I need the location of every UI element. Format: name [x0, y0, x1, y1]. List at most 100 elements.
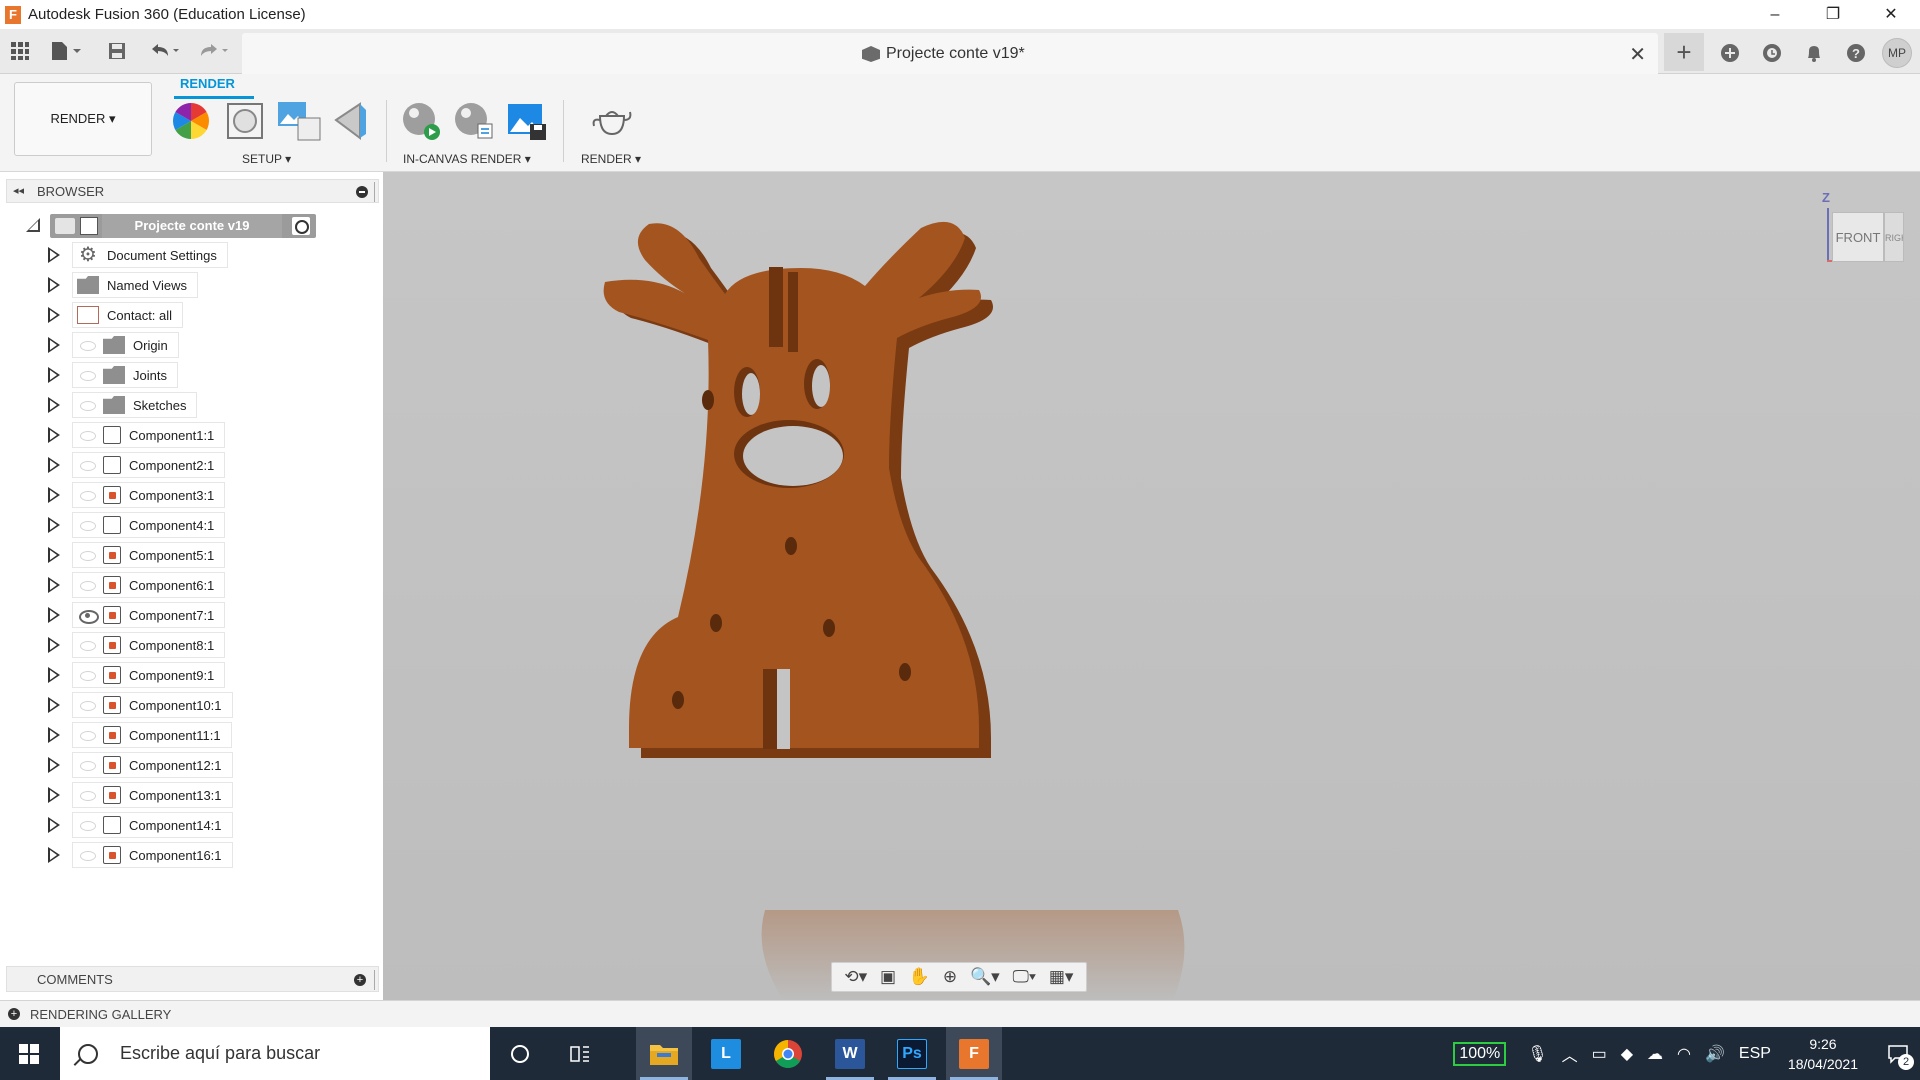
new-tab-button[interactable]: +	[1664, 33, 1704, 71]
extensions-icon[interactable]	[1714, 37, 1746, 69]
expand-triangle-icon[interactable]	[48, 367, 60, 383]
user-avatar[interactable]: MP	[1882, 38, 1912, 68]
reindeer-model-3d[interactable]	[383, 172, 1920, 1000]
browser-node[interactable]: Component3:1	[72, 482, 226, 508]
visibility-eye-icon[interactable]	[77, 548, 99, 562]
tab-render[interactable]: RENDER	[180, 76, 235, 91]
volume-icon[interactable]: 🔊	[1705, 1044, 1725, 1064]
rendering-gallery-bar[interactable]: + RENDERING GALLERY	[0, 1000, 1920, 1027]
panel-resize-grip[interactable]	[374, 182, 378, 202]
minimize-panel-icon[interactable]	[356, 186, 368, 198]
in-canvas-render-icon[interactable]	[400, 100, 442, 142]
visibility-eye-icon[interactable]	[77, 818, 99, 832]
browser-node[interactable]: Component1:1	[72, 422, 226, 448]
canvas-viewport[interactable]: Z FRONT RIGHT ⟲▾ ▣ ✋ ⊕ 🔍▾ 🖵▾ ▦▾	[383, 172, 1920, 1000]
help-icon[interactable]: ?	[1840, 37, 1872, 69]
browser-node[interactable]: Contact: all	[72, 302, 184, 328]
browser-node[interactable]: Component7:1	[72, 602, 226, 628]
grid-settings-icon[interactable]: ▦▾	[1049, 967, 1074, 987]
expand-triangle-icon[interactable]	[48, 787, 60, 803]
visibility-eye-icon[interactable]	[77, 428, 99, 442]
browser-node[interactable]: Component16:1	[72, 842, 233, 868]
expand-triangle-icon[interactable]	[48, 247, 60, 263]
expand-triangle-icon[interactable]	[48, 397, 60, 413]
battery-percent[interactable]: 100%	[1453, 1041, 1507, 1066]
visibility-eye-icon[interactable]	[77, 758, 99, 772]
texture-map-controls-icon[interactable]	[276, 100, 321, 142]
show-hidden-icons-chevron-icon[interactable]: ︿	[1562, 1042, 1578, 1066]
browser-node[interactable]: Named Views	[72, 272, 198, 298]
zoom-icon[interactable]: ⊕	[943, 967, 957, 987]
root-component-node[interactable]: Projecte conte v19	[50, 214, 316, 238]
minimize-button[interactable]: –	[1746, 0, 1804, 29]
visibility-eye-icon[interactable]	[77, 668, 99, 682]
onedrive-cloud-icon[interactable]: ☁	[1647, 1044, 1663, 1064]
decal-icon[interactable]	[330, 100, 372, 142]
taskbar-search-box[interactable]: Escribe aquí para buscar	[60, 1027, 490, 1080]
collapse-panel-icon[interactable]: ◂◂	[13, 184, 24, 197]
cortana-icon[interactable]	[492, 1027, 548, 1080]
save-icon[interactable]	[107, 39, 127, 63]
orbit-icon[interactable]: ⟲▾	[844, 967, 867, 987]
display-settings-icon[interactable]: 🖵▾	[1013, 967, 1037, 987]
render-teapot-icon[interactable]	[590, 100, 632, 142]
clock[interactable]: 9:26 18/04/2021	[1788, 1034, 1858, 1074]
add-comment-icon[interactable]: +	[354, 974, 366, 986]
expand-triangle-icon[interactable]	[48, 457, 60, 473]
viewcube-right-face[interactable]: RIGHT	[1884, 212, 1904, 262]
expand-triangle-icon[interactable]	[48, 697, 60, 713]
browser-node[interactable]: Component9:1	[72, 662, 226, 688]
input-language[interactable]: ESP	[1739, 1045, 1771, 1063]
expand-triangle-icon[interactable]	[48, 727, 60, 743]
visibility-eye-icon[interactable]	[77, 518, 99, 532]
visibility-eye-icon[interactable]	[77, 458, 99, 472]
fusion360-taskbar-icon[interactable]: F	[946, 1027, 1002, 1080]
visibility-eye-icon[interactable]	[77, 638, 99, 652]
expand-triangle-icon[interactable]	[48, 337, 60, 353]
browser-node[interactable]: Joints	[72, 362, 178, 388]
expand-triangle-icon[interactable]	[48, 277, 60, 293]
data-panel-grid-icon[interactable]	[10, 39, 30, 63]
job-status-icon[interactable]	[1756, 37, 1788, 69]
expand-triangle-icon[interactable]	[48, 667, 60, 683]
expand-triangle-icon[interactable]	[48, 757, 60, 773]
wifi-icon[interactable]: ◠	[1677, 1044, 1691, 1064]
browser-node[interactable]: Sketches	[72, 392, 198, 418]
expand-triangle-icon[interactable]	[48, 847, 60, 863]
visibility-eye-icon[interactable]	[77, 698, 99, 712]
visibility-eye-icon[interactable]	[77, 488, 99, 502]
close-document-button[interactable]: ✕	[1629, 42, 1646, 67]
browser-node[interactable]: Origin	[72, 332, 179, 358]
expand-gallery-icon[interactable]: +	[8, 1008, 20, 1020]
capture-image-icon[interactable]	[506, 100, 548, 142]
visibility-eye-icon[interactable]	[77, 608, 99, 624]
setup-group-label[interactable]: SETUP ▾	[242, 152, 291, 166]
workspace-switcher-button[interactable]: RENDER ▾	[14, 82, 152, 156]
viewcube-front-face[interactable]: FRONT	[1832, 212, 1884, 262]
redo-icon[interactable]	[197, 39, 231, 63]
in-canvas-render-group-label[interactable]: IN-CANVAS RENDER ▾	[403, 152, 531, 166]
visibility-eye-icon[interactable]	[77, 338, 99, 352]
browser-node[interactable]: Component10:1	[72, 692, 233, 718]
browser-node[interactable]: Component13:1	[72, 782, 233, 808]
appearance-color-wheel-icon[interactable]	[170, 100, 212, 142]
photoshop-icon[interactable]: Ps	[884, 1027, 940, 1080]
render-group-label[interactable]: RENDER ▾	[581, 152, 641, 166]
browser-node[interactable]: Component6:1	[72, 572, 226, 598]
expand-triangle-icon[interactable]	[48, 427, 60, 443]
browser-node[interactable]: ⚙ Document Settings	[72, 242, 228, 268]
close-window-button[interactable]: ✕	[1862, 0, 1920, 29]
undo-icon[interactable]	[148, 39, 182, 63]
expand-triangle-icon[interactable]	[48, 547, 60, 563]
panel-resize-grip[interactable]	[374, 970, 378, 990]
expand-triangle-icon[interactable]	[48, 517, 60, 533]
battery-icon[interactable]: ▭	[1592, 1044, 1607, 1064]
start-button[interactable]	[0, 1027, 58, 1080]
pan-hand-icon[interactable]: ✋	[909, 967, 930, 987]
expand-triangle-icon[interactable]	[48, 577, 60, 593]
file-explorer-icon[interactable]	[636, 1027, 692, 1080]
browser-node[interactable]: Component8:1	[72, 632, 226, 658]
task-view-icon[interactable]	[552, 1027, 608, 1080]
visibility-eye-icon[interactable]	[77, 368, 99, 382]
visibility-eye-icon[interactable]	[77, 398, 99, 412]
